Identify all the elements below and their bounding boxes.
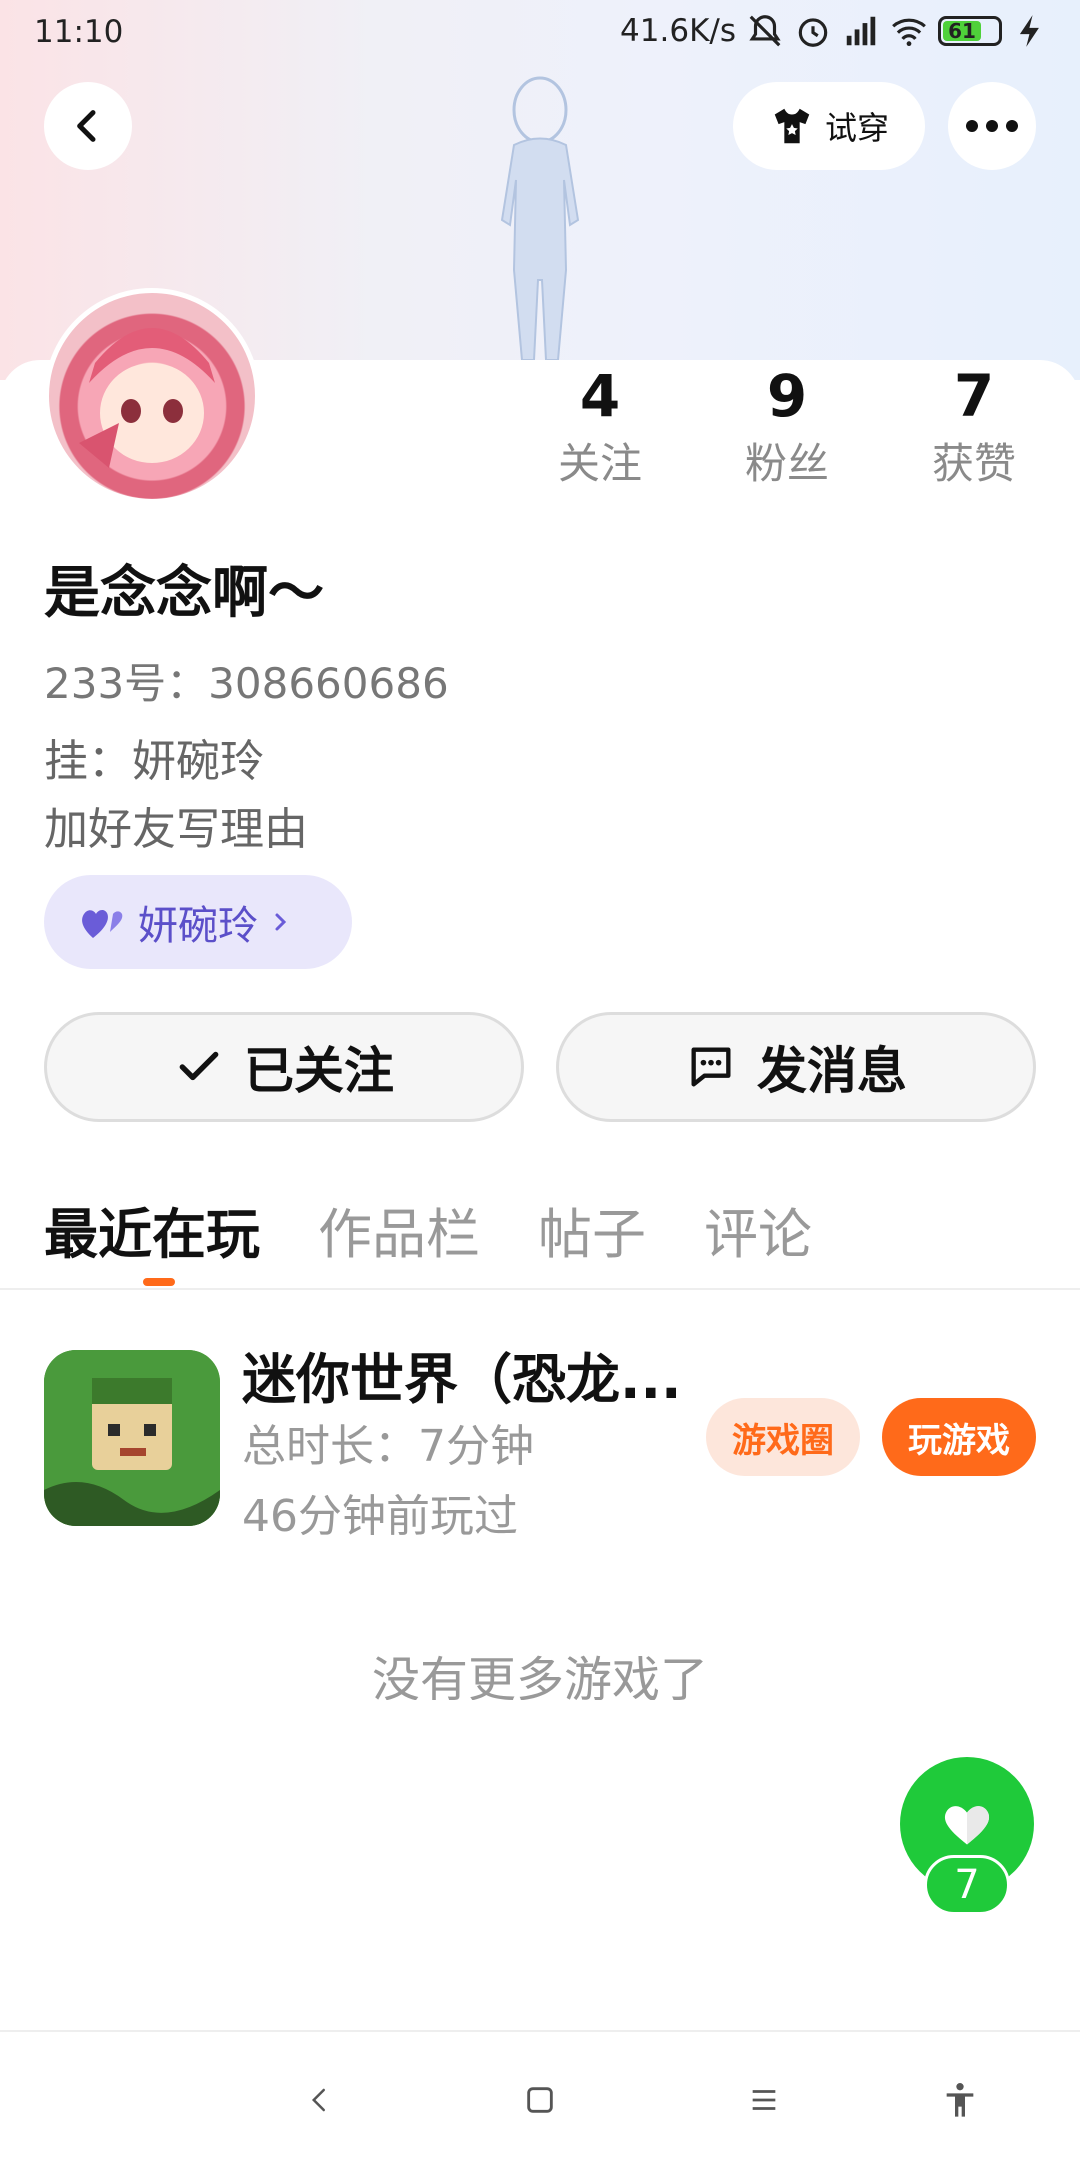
bio-line: 加好友写理由 <box>44 804 308 855</box>
active-tab-indicator <box>143 1278 175 1286</box>
send-message-label: 发消息 <box>757 1042 907 1100</box>
game-title[interactable]: 迷你世界（恐龙... <box>242 1335 682 1414</box>
status-time: 11:10 <box>34 14 124 50</box>
nav-menu-icon <box>752 2090 776 2110</box>
game-last-played: 46分钟前玩过 <box>242 1491 518 1542</box>
user-id[interactable]: 233号：308660686 <box>44 650 449 711</box>
try-on-label: 试穿 <box>824 109 889 147</box>
nav-recents-button[interactable] <box>734 2070 794 2130</box>
accessibility-icon <box>946 2083 974 2117</box>
back-button[interactable] <box>44 82 132 170</box>
like-count: 7 <box>924 1855 1010 1915</box>
game-icon[interactable] <box>44 1350 220 1526</box>
chevron-left-icon <box>77 110 96 142</box>
friend-tag-chip[interactable]: 妍碗玲 <box>44 875 352 969</box>
stat-value: 4 <box>579 362 621 430</box>
avatar-figure-hologram <box>500 76 580 360</box>
battery-level: 61 <box>943 21 981 41</box>
avatar[interactable] <box>44 288 260 504</box>
stat-likes[interactable]: 7 获赞 <box>899 360 1049 496</box>
nav-back-button[interactable] <box>290 2070 350 2130</box>
battery-icon: 61 <box>938 16 1002 46</box>
mute-bell-icon <box>749 15 781 47</box>
bio: 挂：妍碗玲 加好友写理由 <box>44 728 308 864</box>
game-meta: 总时长：7分钟 46分钟前玩过 <box>242 1412 534 1552</box>
wifi-icon <box>892 18 926 47</box>
tab-comments[interactable]: 评论 <box>704 1190 812 1269</box>
more-dots-icon <box>966 120 1018 132</box>
game-circle-button[interactable]: 游戏圈 <box>706 1398 860 1476</box>
charging-icon <box>1019 15 1039 47</box>
tab-posts[interactable]: 帖子 <box>538 1190 646 1269</box>
list-end-text: 没有更多游戏了 <box>371 1652 708 1700</box>
play-game-button[interactable]: 玩游戏 <box>882 1398 1036 1476</box>
nav-home-icon <box>527 2087 553 2113</box>
tabs-divider <box>0 1288 1080 1290</box>
game-cover-image <box>44 1350 220 1526</box>
stat-value: 7 <box>953 362 995 430</box>
stat-followers[interactable]: 9 粉丝 <box>712 360 862 496</box>
heart-icon <box>944 1806 990 1845</box>
stat-value: 9 <box>766 362 808 430</box>
followed-button[interactable]: 已关注 <box>44 1012 524 1122</box>
stat-label: 获赞 <box>931 439 1016 488</box>
checkmark-icon <box>179 1051 219 1081</box>
message-bubble-icon <box>691 1047 731 1087</box>
nav-back-icon <box>311 2088 325 2112</box>
friend-tag-label: 妍碗玲 <box>138 903 258 949</box>
alarm-icon <box>798 18 828 47</box>
try-on-button[interactable]: 试穿 <box>733 82 925 170</box>
tab-works[interactable]: 作品栏 <box>318 1190 480 1269</box>
nav-home-button[interactable] <box>510 2070 570 2130</box>
avatar-image <box>79 328 215 468</box>
send-message-button[interactable]: 发消息 <box>556 1012 1036 1122</box>
network-speed: 41.6K/s <box>620 13 736 49</box>
profile-tabs: 最近在玩 作品栏 帖子 评论 <box>44 1190 812 1269</box>
stat-label: 粉丝 <box>744 439 829 488</box>
more-button[interactable] <box>948 82 1036 170</box>
system-navigation-bar <box>0 2030 1080 2162</box>
stat-label: 关注 <box>557 439 642 488</box>
followed-label: 已关注 <box>244 1042 394 1100</box>
hearts-icon <box>82 910 123 938</box>
status-icons: 41.6K/s 61 <box>620 12 1050 50</box>
stat-following[interactable]: 4 关注 <box>525 360 675 496</box>
chevron-right-icon <box>275 913 287 931</box>
signal-icon <box>846 16 876 46</box>
nav-accessibility-button[interactable] <box>930 2070 990 2130</box>
tshirt-icon <box>774 108 810 144</box>
nickname: 是念念啊～ <box>44 561 324 626</box>
bio-line: 挂：妍碗玲 <box>44 736 264 787</box>
tab-recently-played[interactable]: 最近在玩 <box>44 1190 260 1269</box>
status-bar: 11:10 41.6K/s 61 <box>0 0 1080 66</box>
game-duration: 总时长：7分钟 <box>242 1421 534 1472</box>
